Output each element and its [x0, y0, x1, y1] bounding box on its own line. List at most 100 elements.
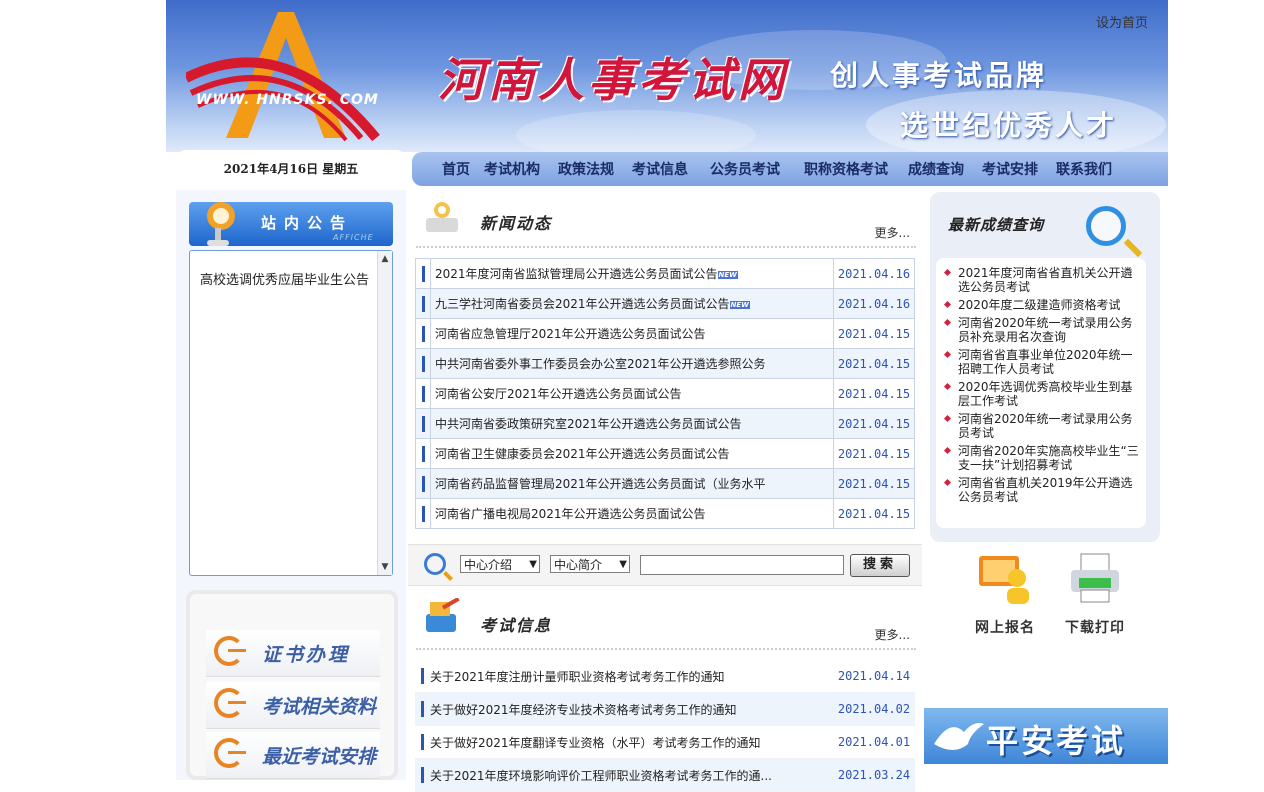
exam-row[interactable]: 关于2021年度注册计量师职业资格考试考务工作的通知 2021.04.14 [415, 660, 915, 693]
exam-link[interactable]: 关于做好2021年度翻译专业资格（水平）考试考务工作的通知 [429, 725, 833, 759]
nav-home[interactable]: 首页 [442, 159, 470, 179]
affiche-title: 站内公告 [261, 214, 354, 232]
news-row[interactable]: 中共河南省委外事工作委员会办公室2021年公开遴选参照公务 2021.04.15 [415, 348, 915, 379]
affiche-header: 站内公告 AFFICHE [189, 200, 393, 246]
exam-date: 2021.04.14 [833, 660, 915, 693]
nav-contact[interactable]: 联系我们 [1056, 159, 1112, 179]
news-row[interactable]: 河南省应急管理厅2021年公开遴选公务员面试公告 2021.04.15 [415, 318, 915, 349]
row-marker [415, 408, 431, 439]
score-item[interactable]: 2021年度河南省省直机关公开遴选公务员考试 [942, 266, 1140, 294]
news-row[interactable]: 九三学社河南省委员会2021年公开遴选公务员面试公告NEW 2021.04.16 [415, 288, 915, 319]
news-row[interactable]: 河南省公安厅2021年公开遴选公务员面试公告 2021.04.15 [415, 378, 915, 409]
banner-text: 平安考试 [986, 722, 1127, 760]
exam-date: 2021.04.01 [833, 725, 915, 759]
news-link[interactable]: 河南省药品监督管理局2021年公开遴选公务员面试（业务水平 [430, 468, 834, 499]
row-marker [415, 660, 429, 693]
exam-link[interactable]: 关于做好2021年度经济专业技术资格考试考务工作的通知 [429, 692, 833, 726]
news-link[interactable]: 中共河南省委外事工作委员会办公室2021年公开遴选参照公务 [430, 348, 834, 379]
recent-schedule-link[interactable]: 最近考试安排 [206, 732, 380, 779]
scroll-up-icon[interactable]: ▲ [379, 253, 391, 265]
news-row[interactable]: 河南省广播电视局2021年公开遴选公务员面试公告 2021.04.15 [415, 498, 915, 529]
row-marker [415, 692, 429, 726]
site-title: 河南人事考试网 [438, 53, 788, 107]
score-item[interactable]: 河南省2020年实施高校毕业生“三支一扶”计划招募考试 [942, 444, 1140, 472]
news-link[interactable]: 河南省应急管理厅2021年公开遴选公务员面试公告 [430, 318, 834, 349]
chevron-down-icon: ▼ [529, 559, 537, 570]
nav-policies[interactable]: 政策法规 [558, 159, 614, 179]
exam-info-table: 关于2021年度注册计量师职业资格考试考务工作的通知 2021.04.14 关于做好… [415, 660, 915, 792]
scroll-down-icon[interactable]: ▼ [379, 561, 391, 573]
exam-info-title: 考试信息 [480, 616, 553, 635]
search-button[interactable]: 搜索 [850, 554, 910, 577]
score-item[interactable]: 2020年度二级建造师资格考试 [942, 298, 1140, 312]
printer-icon [1071, 553, 1119, 603]
exam-link[interactable]: 关于2021年度环境影响评价工程师职业资格考试考务工作的通... [429, 758, 833, 792]
row-marker [415, 378, 431, 409]
nav-civil-service[interactable]: 公务员考试 [710, 159, 780, 179]
news-link[interactable]: 中共河南省委政策研究室2021年公开遴选公务员面试公告 [430, 408, 834, 439]
microphone-icon [207, 202, 235, 246]
exam-link[interactable]: 关于2021年度注册计量师职业资格考试考务工作的通知 [429, 660, 833, 693]
nav-exam-info[interactable]: 考试信息 [632, 159, 688, 179]
subcategory-select[interactable]: 中心简介 ▼ [550, 555, 630, 573]
nav-exam-schedule[interactable]: 考试安排 [982, 159, 1038, 179]
logo-url-text: WWW. HNRSKS. COM [196, 92, 379, 108]
score-item[interactable]: 河南省2020年统一考试录用公务员补充录用名次查询 [942, 316, 1140, 344]
news-link[interactable]: 河南省卫生健康委员会2021年公开遴选公务员面试公告 [430, 438, 834, 469]
score-item[interactable]: 河南省省直事业单位2020年统一招聘工作人员考试 [942, 348, 1140, 376]
notice-scrollbar[interactable]: ▲ ▼ [377, 251, 392, 575]
score-item[interactable]: 河南省2020年统一考试录用公务员考试 [942, 412, 1140, 440]
news-table: 2021年度河南省监狱管理局公开遴选公务员面试公告NEW 2021.04.16 九三… [415, 258, 915, 529]
nav-institutions[interactable]: 考试机构 [484, 159, 540, 179]
row-marker [415, 258, 431, 289]
notice-panel[interactable]: 高校选调优秀应届毕业生公告 ▲ ▼ [189, 250, 393, 576]
page: WWW. HNRSKS. COM 河南人事考试网 创人事考试品牌 选世纪优秀人才… [166, 0, 1168, 792]
news-row[interactable]: 2021年度河南省监狱管理局公开遴选公务员面试公告NEW 2021.04.16 [415, 258, 915, 289]
site-logo[interactable] [186, 8, 396, 142]
row-marker [415, 288, 431, 319]
news-date: 2021.04.15 [833, 468, 915, 499]
exam-info-more-link[interactable]: 更多... [875, 626, 910, 643]
news-link[interactable]: 河南省公安厅2021年公开遴选公务员面试公告 [430, 378, 834, 409]
affiche-subtitle: AFFICHE [333, 233, 374, 242]
nav-score-query[interactable]: 成绩查询 [908, 159, 964, 179]
search-input[interactable] [640, 555, 844, 575]
news-row[interactable]: 中共河南省委政策研究室2021年公开遴选公务员面试公告 2021.04.15 [415, 408, 915, 439]
exam-row[interactable]: 关于做好2021年度经济专业技术资格考试考务工作的通知 2021.04.02 [415, 692, 915, 726]
current-date: 2021年4月16日 星期五 [176, 150, 406, 190]
slogan-1: 创人事考试品牌 [830, 59, 1048, 92]
news-header: 新闻动态 更多... [416, 190, 916, 248]
new-badge-icon: NEW [729, 300, 750, 309]
nav-title-qualification[interactable]: 职称资格考试 [804, 159, 888, 179]
news-link[interactable]: 九三学社河南省委员会2021年公开遴选公务员面试公告NEW [430, 288, 834, 319]
certificate-link[interactable]: 证书办理 [206, 630, 380, 677]
online-signup-button[interactable]: 网上报名 [970, 550, 1040, 640]
safe-exam-banner[interactable]: 平安考试 [924, 708, 1168, 764]
news-link[interactable]: 2021年度河南省监狱管理局公开遴选公务员面试公告NEW [430, 258, 834, 289]
row-marker [415, 438, 431, 469]
news-more-link[interactable]: 更多... [875, 224, 910, 241]
score-item[interactable]: 河南省省直机关2019年公开遴选公务员考试 [942, 476, 1140, 504]
score-list: 2021年度河南省省直机关公开遴选公务员考试 2020年度二级建造师资格考试河南省… [936, 258, 1146, 528]
middle-column: 新闻动态 更多... 2021年度河南省监狱管理局公开遴选公务员面试公告NEW 2… [408, 188, 922, 792]
exam-materials-link[interactable]: 考试相关资料 [206, 682, 380, 729]
exam-row[interactable]: 关于2021年度环境影响评价工程师职业资格考试考务工作的通... 2021.03.… [415, 758, 915, 792]
dove-icon [934, 723, 984, 750]
news-row[interactable]: 河南省药品监督管理局2021年公开遴选公务员面试（业务水平 2021.04.15 [415, 468, 915, 499]
main-nav: 首页 考试机构 政策法规 考试信息 公务员考试 职称资格考试 成绩查询 考试安排… [412, 152, 1168, 186]
news-link[interactable]: 河南省广播电视局2021年公开遴选公务员面试公告 [430, 498, 834, 529]
category-select[interactable]: 中心介绍 ▼ [460, 555, 540, 573]
magnifier-icon [1086, 206, 1126, 246]
score-query-title: 最新成绩查询 [948, 216, 1045, 234]
score-item[interactable]: 2020年选调优秀高校毕业生到基层工作考试 [942, 380, 1140, 408]
news-row[interactable]: 河南省卫生健康委员会2021年公开遴选公务员面试公告 2021.04.15 [415, 438, 915, 469]
news-icon [426, 202, 458, 232]
row-marker [415, 725, 429, 759]
exam-date: 2021.03.24 [833, 758, 915, 792]
set-homepage-link[interactable]: 设为首页 [1096, 12, 1148, 31]
notice-item[interactable]: 高校选调优秀应届毕业生公告 [200, 269, 369, 288]
exam-date: 2021.04.02 [833, 692, 915, 726]
download-print-button[interactable]: 下载打印 [1060, 550, 1130, 640]
exam-row[interactable]: 关于做好2021年度翻译专业资格（水平）考试考务工作的通知 2021.04.01 [415, 725, 915, 759]
row-marker [415, 758, 429, 792]
